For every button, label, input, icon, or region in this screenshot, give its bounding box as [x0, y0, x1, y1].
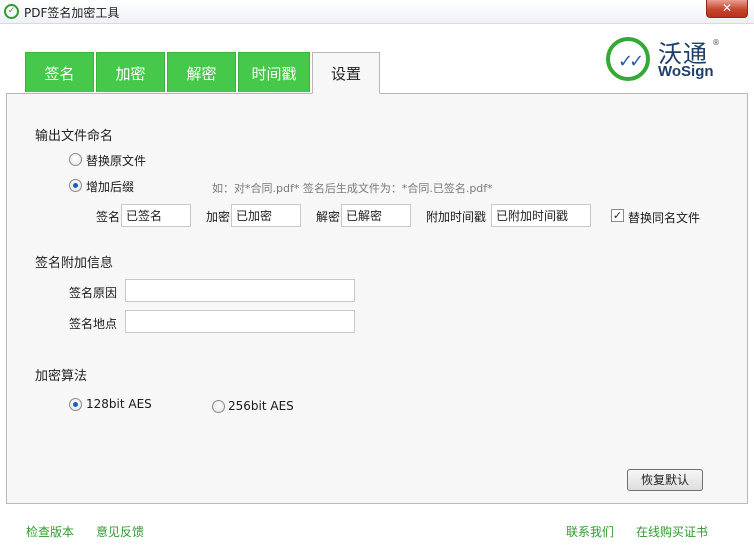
aes128-radio[interactable]: [69, 398, 82, 411]
settings-panel: 输出文件命名 替换原文件 增加后缀 如：对*合同.pdf* 签名后生成文件为：*…: [6, 93, 748, 504]
contact-us-link[interactable]: 联系我们: [566, 523, 614, 540]
sign-reason-label: 签名原因: [69, 286, 118, 300]
close-button[interactable]: ✕: [706, 0, 748, 18]
timestamp-suffix-input[interactable]: [491, 204, 591, 227]
replace-original-radio[interactable]: [69, 153, 82, 166]
sign-suffix-input[interactable]: [121, 204, 191, 227]
logo-registered-mark: ®: [712, 38, 720, 47]
aes256-radio[interactable]: [212, 400, 225, 413]
timestamp-suffix-label: 附加时间戳: [426, 210, 487, 224]
logo-check-mark-icon: ✓✓: [618, 51, 644, 72]
aes256-label[interactable]: 256bit AES: [228, 399, 294, 413]
encrypt-suffix-label: 加密: [206, 210, 231, 224]
app-check-icon: ✓: [4, 4, 19, 19]
tab-settings[interactable]: 设置: [312, 52, 380, 94]
sign-location-input[interactable]: [125, 310, 355, 333]
restore-default-button[interactable]: 恢复默认: [627, 469, 703, 491]
decrypt-suffix-input[interactable]: [341, 204, 411, 227]
sign-suffix-label: 签名: [96, 210, 121, 224]
tab-timestamp[interactable]: 时间戳: [238, 52, 310, 92]
replace-same-name-checkbox[interactable]: ✓: [611, 209, 624, 222]
replace-same-name-label[interactable]: 替换同名文件: [628, 209, 700, 226]
aes128-label[interactable]: 128bit AES: [86, 397, 152, 411]
tab-decrypt[interactable]: 解密: [167, 52, 236, 92]
sign-location-label: 签名地点: [69, 317, 118, 331]
logo-en-text: WoSign: [658, 63, 714, 80]
replace-original-label[interactable]: 替换原文件: [86, 152, 146, 169]
feedback-link[interactable]: 意见反馈: [96, 523, 144, 540]
wosign-logo: ✓✓ 沃通 WoSign ®: [606, 35, 720, 83]
decrypt-suffix-label: 解密: [316, 210, 341, 224]
suffix-hint: 如：对*合同.pdf* 签名后生成文件为：*合同.已签名.pdf*: [212, 182, 493, 195]
add-suffix-radio[interactable]: [69, 179, 82, 192]
tab-encrypt[interactable]: 加密: [96, 52, 165, 92]
encrypt-suffix-input[interactable]: [231, 204, 301, 227]
buy-certificate-link[interactable]: 在线购买证书: [636, 523, 708, 540]
window-title: PDF签名加密工具: [24, 6, 120, 20]
sign-reason-input[interactable]: [125, 279, 355, 302]
encryption-title: 加密算法: [35, 369, 88, 384]
output-naming-title: 输出文件命名: [35, 129, 114, 144]
logo-circle-icon: ✓✓: [606, 37, 650, 81]
tab-sign[interactable]: 签名: [25, 52, 94, 92]
title-bar: ✓ PDF签名加密工具 ✕: [0, 0, 754, 24]
add-suffix-label[interactable]: 增加后缀: [86, 178, 134, 195]
sign-info-title: 签名附加信息: [35, 256, 114, 271]
check-version-link[interactable]: 检查版本: [26, 523, 74, 540]
